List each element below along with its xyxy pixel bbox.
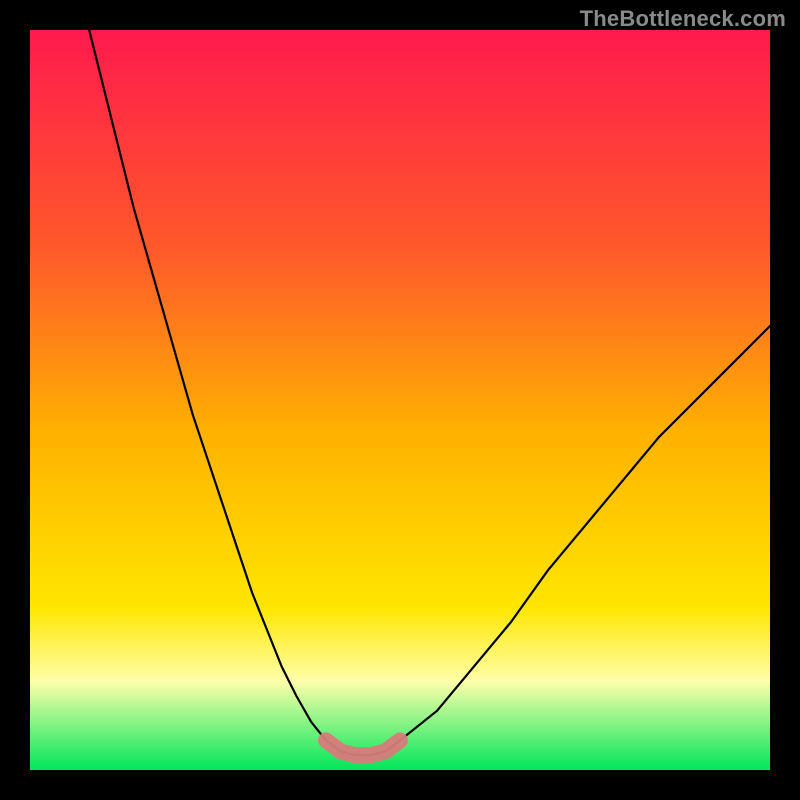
plot-background (30, 30, 770, 770)
bottleneck-chart (0, 0, 800, 800)
chart-frame: TheBottleneck.com (0, 0, 800, 800)
watermark-text: TheBottleneck.com (580, 6, 786, 32)
